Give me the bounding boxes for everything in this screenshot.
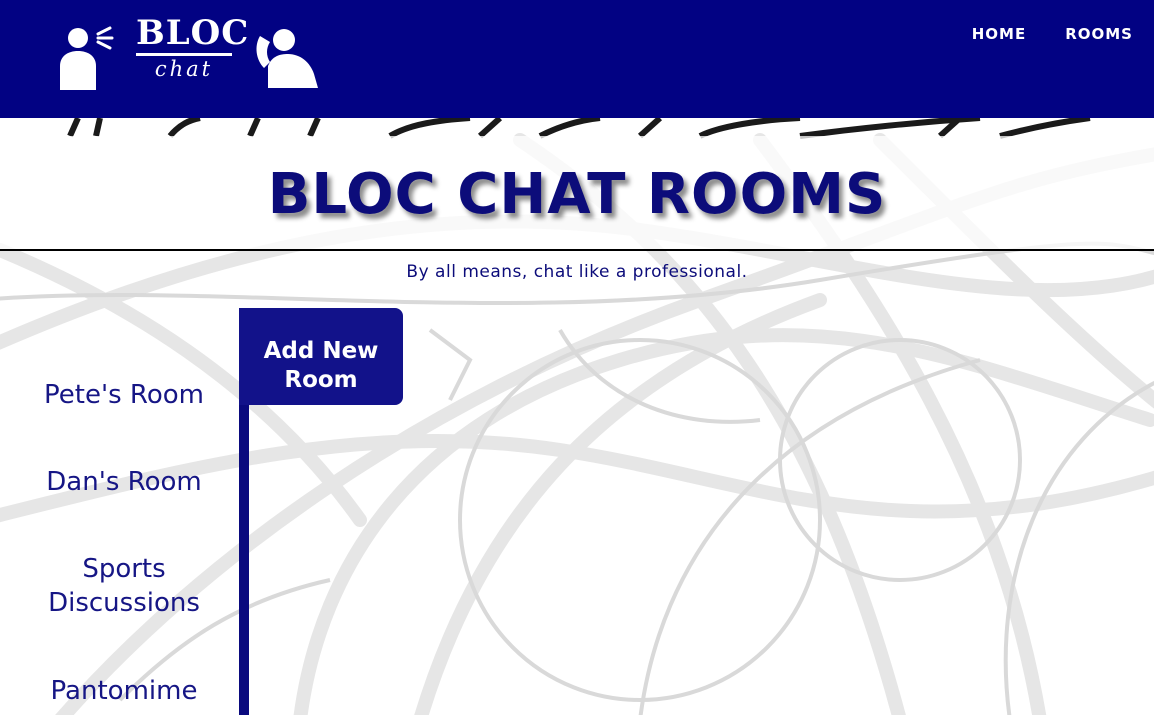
room-item-petes-room[interactable]: Pete's Room	[0, 378, 248, 412]
person-listening-icon	[256, 29, 318, 88]
page-tagline: By all means, chat like a professional.	[406, 262, 748, 282]
room-item-pantomime[interactable]: Pantomime	[0, 674, 248, 708]
room-item-sports-discussions[interactable]: Sports Discussions	[0, 552, 248, 620]
main-nav: HOME ROOMS	[933, 25, 1133, 43]
page-title: BLOC CHAT ROOMS	[267, 162, 887, 227]
hero-banner: BLOC CHAT ROOMS	[0, 118, 1154, 251]
bloc-chat-logo[interactable]: BLOC chat	[56, 14, 321, 94]
logo-chat-text: chat	[154, 57, 214, 81]
nav-rooms-link[interactable]: ROOMS	[1026, 25, 1133, 43]
room-item-dans-room[interactable]: Dan's Room	[0, 465, 248, 499]
top-navbar: BLOC chat HOME ROOMS	[0, 0, 1154, 118]
logo-bloc-text: BLOC	[136, 14, 248, 56]
person-shouting-icon	[60, 26, 114, 90]
logo-wordmark: BLOC chat	[136, 14, 248, 82]
add-new-room-button[interactable]: Add New Room	[239, 308, 403, 405]
nav-home-link[interactable]: HOME	[933, 25, 1026, 43]
